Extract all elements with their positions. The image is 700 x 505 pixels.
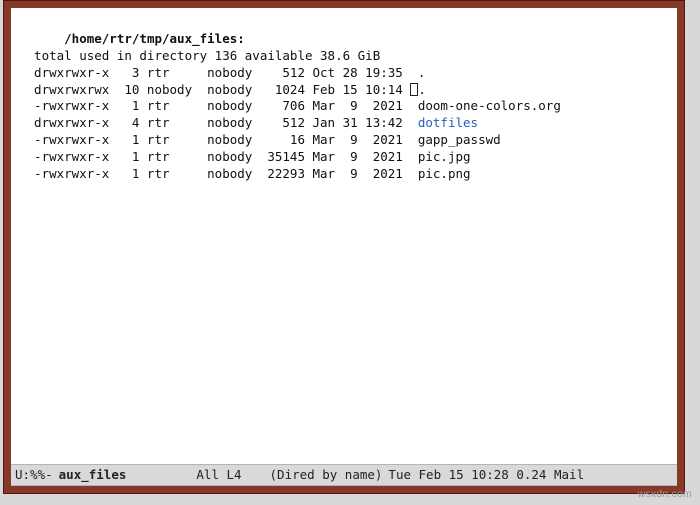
dired-file-name[interactable]: gapp_passwd bbox=[418, 132, 501, 147]
dired-row[interactable]: -rwxrwxr-x 1 rtr nobody 22293 Mar 9 2021… bbox=[19, 166, 669, 183]
dired-listing: drwxrwxr-x 3 rtr nobody 512 Oct 28 19:35… bbox=[19, 65, 669, 183]
dired-file-name[interactable]: dotfiles bbox=[418, 115, 478, 130]
dired-file-name[interactable]: doom-one-colors.org bbox=[418, 98, 561, 113]
dired-row[interactable]: -rwxrwxr-x 1 rtr nobody 706 Mar 9 2021 d… bbox=[19, 98, 669, 115]
mode-line-status: U:%%- bbox=[15, 467, 53, 484]
emacs-window-frame: /home/rtr/tmp/aux_files: total used in d… bbox=[3, 0, 685, 494]
mode-line[interactable]: U:%%- aux_files All L4 (Dired by name) T… bbox=[11, 464, 677, 486]
mode-line-major-mode: (Dired by name) bbox=[270, 467, 383, 484]
dired-buffer[interactable]: /home/rtr/tmp/aux_files: total used in d… bbox=[11, 8, 677, 464]
mode-line-time-mail: Tue Feb 15 10:28 0.24 Mail bbox=[388, 467, 584, 484]
dired-file-name[interactable]: pic.jpg bbox=[418, 149, 471, 164]
dired-row[interactable]: -rwxrwxr-x 1 rtr nobody 35145 Mar 9 2021… bbox=[19, 149, 669, 166]
emacs-window-inner: /home/rtr/tmp/aux_files: total used in d… bbox=[11, 8, 677, 486]
dired-summary-line: total used in directory 136 available 38… bbox=[19, 48, 380, 63]
dired-row[interactable]: drwxrwxr-x 3 rtr nobody 512 Oct 28 19:35… bbox=[19, 65, 669, 82]
dired-row[interactable]: drwxrwxrwx 10 nobody nobody 1024 Feb 15 … bbox=[19, 82, 669, 99]
dired-file-name[interactable]: . bbox=[418, 82, 426, 97]
dired-row[interactable]: -rwxrwxr-x 1 rtr nobody 16 Mar 9 2021 ga… bbox=[19, 132, 669, 149]
dired-row[interactable]: drwxrwxr-x 4 rtr nobody 512 Jan 31 13:42… bbox=[19, 115, 669, 132]
dired-path-header: /home/rtr/tmp/aux_files: bbox=[64, 31, 245, 46]
mode-line-position: All L4 bbox=[196, 467, 241, 484]
dired-file-name[interactable]: pic.png bbox=[418, 166, 471, 181]
mode-line-buffer-name: aux_files bbox=[53, 467, 139, 484]
dired-file-name[interactable]: . bbox=[418, 65, 426, 80]
watermark-text: wsxdn.com bbox=[638, 487, 692, 501]
